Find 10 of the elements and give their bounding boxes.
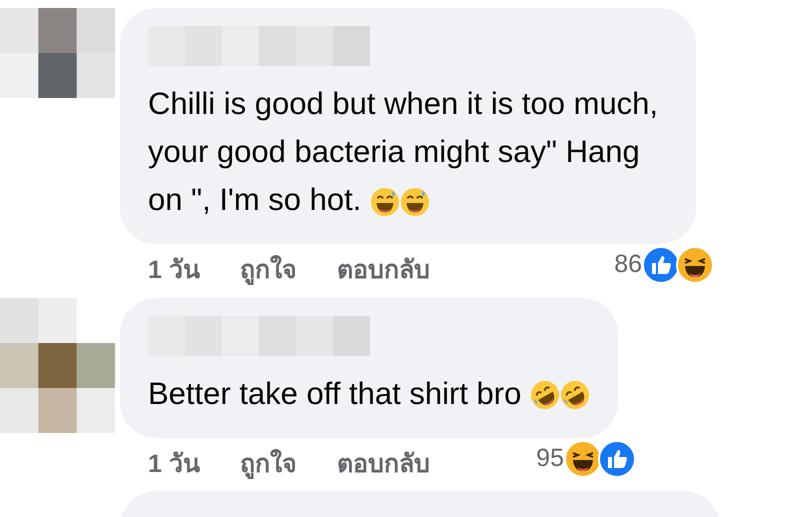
reaction-count: 86	[614, 249, 642, 280]
like-link[interactable]: ถูกใจ	[240, 252, 297, 290]
comment-text: Chilli is good but when it is too much, your good bacteria might say" Hang on ", I'm so hot.	[148, 85, 660, 219]
reaction-count: 95	[536, 442, 564, 474]
reply-link[interactable]: ตอบกลับ	[336, 446, 430, 483]
like-link[interactable]: ถูกใจ	[240, 446, 297, 483]
comment-text: Better take off that shirt bro	[148, 370, 590, 418]
comment-time[interactable]: 1 วัน	[148, 252, 200, 290]
reply-link[interactable]: ตอบกลับ	[336, 252, 430, 290]
comment-time[interactable]: 1 วัน	[148, 446, 200, 483]
